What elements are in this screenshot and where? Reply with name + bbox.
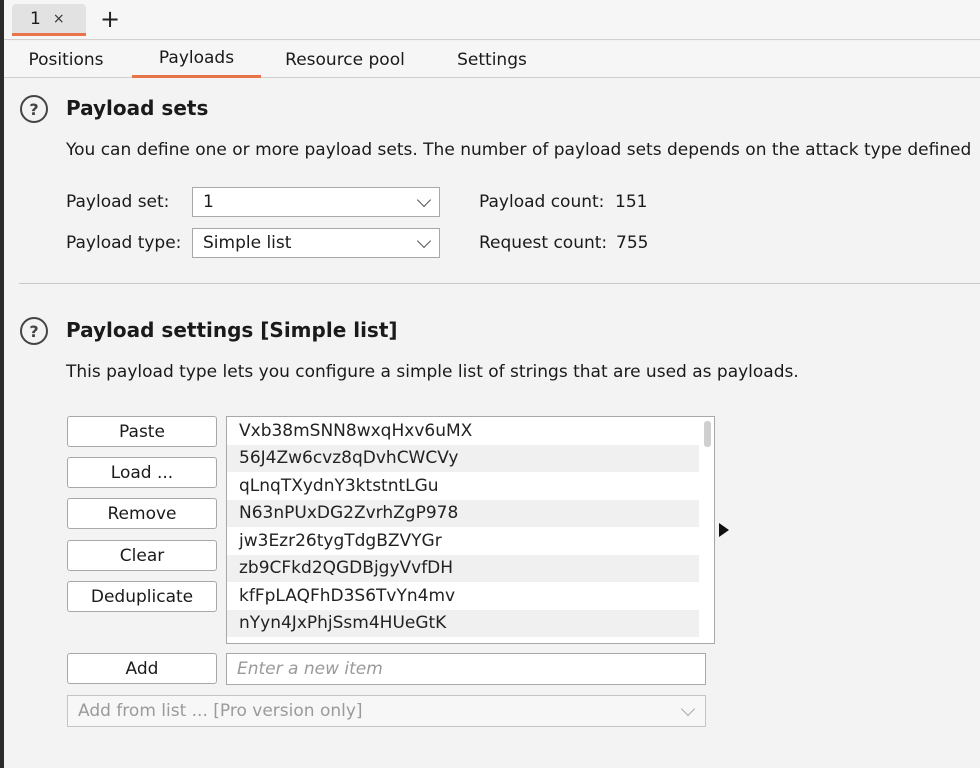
clear-button[interactable]: Clear <box>67 540 217 571</box>
add-from-list-select[interactable]: Add from list ... [Pro version only] <box>67 695 706 727</box>
request-tab-bar: 1 × + <box>4 0 980 40</box>
list-item[interactable]: 56J4Zw6cvz8qDvhCWCVy <box>227 444 699 472</box>
payload-set-label: Payload set: <box>66 192 170 212</box>
chevron-down-icon <box>680 701 696 717</box>
section-divider <box>19 283 980 284</box>
help-icon[interactable]: ? <box>20 95 48 123</box>
close-tab-icon[interactable]: × <box>53 11 65 27</box>
list-item[interactable]: zb9CFkd2QGDBjgyVvfDH <box>227 554 699 582</box>
list-item[interactable]: nYyn4JxPhjSsm4HUeGtK <box>227 609 699 637</box>
new-item-input[interactable] <box>226 653 706 685</box>
list-scrollbar[interactable] <box>704 421 711 447</box>
intruder-subtabs: Positions Payloads Resource pool Setting… <box>4 41 980 78</box>
list-item[interactable]: qLnqTXydnY3ktstntLGu <box>227 472 699 500</box>
payloads-panel: ? Payload sets You can define one or mor… <box>4 78 980 768</box>
tab-positions[interactable]: Positions <box>8 41 124 78</box>
tab-resource-pool[interactable]: Resource pool <box>269 41 421 78</box>
chevron-down-icon <box>416 192 432 208</box>
list-item[interactable]: N63nPUxDG2ZvrhZgP978 <box>227 499 699 527</box>
payload-set-select[interactable]: 1 <box>192 187 440 217</box>
request-count-value: 755 <box>616 233 649 253</box>
payload-sets-title: Payload sets <box>66 96 209 120</box>
payload-type-label: Payload type: <box>66 233 182 253</box>
chevron-down-icon <box>416 233 432 249</box>
tab-settings[interactable]: Settings <box>437 41 547 78</box>
tab-payloads[interactable]: Payloads <box>132 41 261 78</box>
payload-count-value: 151 <box>615 192 648 212</box>
list-item[interactable]: jw3Ezr26tygTdgBZVYGr <box>227 527 699 555</box>
payload-settings-description: This payload type lets you configure a s… <box>66 362 799 382</box>
load-button[interactable]: Load ... <box>67 457 217 488</box>
new-tab-button[interactable]: + <box>96 2 124 36</box>
remove-button[interactable]: Remove <box>67 498 217 529</box>
request-tab-label: 1 <box>30 8 41 29</box>
payload-sets-description: You can define one or more payload sets.… <box>66 140 972 160</box>
mouse-cursor-icon <box>719 523 729 537</box>
add-from-list-label: Add from list ... [Pro version only] <box>78 701 363 721</box>
help-icon[interactable]: ? <box>20 317 48 345</box>
payload-settings-title: Payload settings [Simple list] <box>66 318 398 342</box>
list-item[interactable]: Vxb38mSNN8wxqHxv6uMX <box>227 417 699 445</box>
request-count-label: Request count: <box>479 233 608 253</box>
deduplicate-button[interactable]: Deduplicate <box>67 581 217 612</box>
request-tab[interactable]: 1 × <box>12 4 86 36</box>
payload-count-label: Payload count: <box>479 192 605 212</box>
payload-type-select[interactable]: Simple list <box>192 228 440 258</box>
list-item[interactable]: kfFpLAQFhD3S6TvYn4mv <box>227 582 699 610</box>
payload-set-value: 1 <box>203 192 214 212</box>
payload-type-value: Simple list <box>203 233 292 253</box>
add-button[interactable]: Add <box>67 653 217 684</box>
paste-button[interactable]: Paste <box>67 416 217 447</box>
payload-list[interactable]: Vxb38mSNN8wxqHxv6uMX 56J4Zw6cvz8qDvhCWCV… <box>226 416 715 644</box>
